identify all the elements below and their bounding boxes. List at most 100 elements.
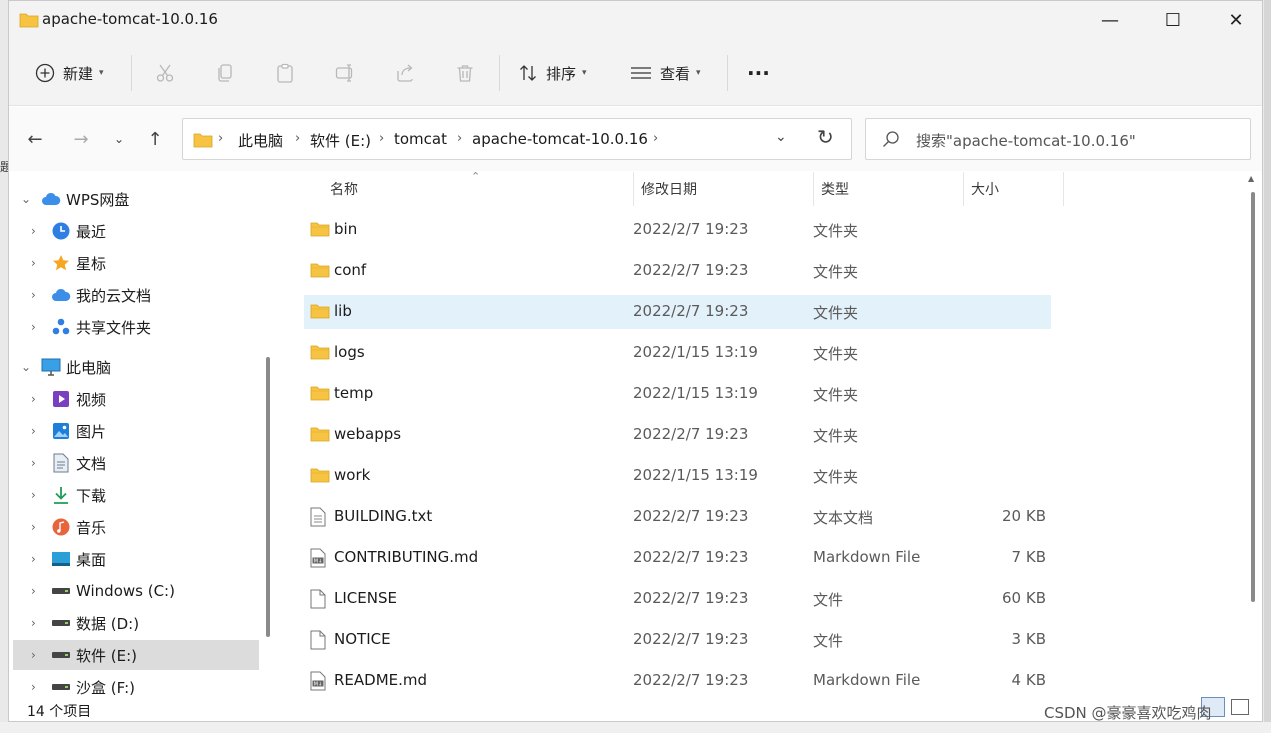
scissors-icon [156,64,174,82]
file-row[interactable]: webapps 2022/2/7 19:23 文件夹 [304,418,1051,452]
forward-button[interactable]: → [67,125,95,153]
column-divider[interactable] [813,172,814,206]
file-row[interactable]: logs 2022/1/15 13:19 文件夹 [304,336,1051,370]
sidebar-item[interactable]: › 桌面 [13,544,259,574]
column-header-name[interactable]: 名称 [330,172,358,206]
column-divider[interactable] [963,172,964,206]
close-button[interactable]: ✕ [1205,1,1262,39]
file-row[interactable]: bin 2022/2/7 19:23 文件夹 [304,213,1051,247]
minimize-button[interactable]: — [1079,1,1141,39]
sort-ascending-icon: ⌃ [471,170,481,183]
chevron-right-icon[interactable]: › [31,456,36,470]
sidebar-item[interactable]: › 图片 [13,416,259,446]
sidebar-item[interactable]: › 最近 [13,216,259,246]
vertical-scrollbar[interactable] [1251,192,1255,602]
sidebar-item[interactable]: › 共享文件夹 [13,312,259,342]
new-button[interactable]: 新建 ▾ [35,55,104,91]
share-button[interactable] [395,55,415,91]
chevron-right-icon[interactable]: › [31,424,36,438]
chevron-right-icon[interactable]: › [31,584,36,598]
file-row[interactable]: lib 2022/2/7 19:23 文件夹 [304,295,1051,329]
chevron-right-icon[interactable]: › [31,256,36,270]
sidebar-item[interactable]: › 数据 (D:) [13,608,259,638]
chevron-right-icon[interactable]: › [31,648,36,662]
file-type: 文件夹 [813,345,859,363]
chevron-right-icon[interactable]: › [31,392,36,406]
file-type: 文件夹 [813,386,859,404]
rename-button[interactable] [335,55,355,91]
sidebar-item[interactable]: › 星标 [13,248,259,278]
maximize-button[interactable]: ☐ [1142,1,1204,39]
address-bar[interactable]: › 此电脑 › 软件 (E:) › tomcat › apache-tomcat… [182,118,852,160]
file-row[interactable]: M↓ README.md 2022/2/7 19:23 Markdown File 4 … [304,664,1051,698]
chevron-right-icon[interactable]: › [31,552,36,566]
toolbar-divider [131,55,132,91]
view-button[interactable]: 查看 ▾ [630,55,701,91]
chevron-right-icon[interactable]: › [31,680,36,694]
file-date: 2022/2/7 19:23 [633,302,749,320]
more-options-button[interactable]: ··· [747,55,770,91]
breadcrumb-drive-e[interactable]: 软件 (E:) [310,130,371,151]
sidebar-item[interactable]: › Windows (C:) [13,576,259,606]
sidebar-item[interactable]: › 下载 [13,480,259,510]
file-name: LICENSE [334,589,397,607]
file-row[interactable]: NOTICE 2022/2/7 19:23 文件 3 KB [304,623,1051,657]
column-header-type[interactable]: 类型 [821,172,849,206]
column-header-size[interactable]: 大小 [971,172,999,206]
file-row[interactable]: conf 2022/2/7 19:23 文件夹 [304,254,1051,288]
sidebar-item[interactable]: ⌄ 此电脑 [13,352,259,382]
copy-button[interactable] [215,55,235,91]
chevron-right-icon[interactable]: › [31,520,36,534]
file-row[interactable]: work 2022/1/15 13:19 文件夹 [304,459,1051,493]
drive-icon [51,581,71,601]
sidebar-item[interactable]: › 软件 (E:) [13,640,259,670]
file-row[interactable]: BUILDING.txt 2022/2/7 19:23 文本文档 20 KB [304,500,1051,534]
sort-icon [520,65,536,81]
sidebar-scrollbar[interactable] [266,357,270,637]
title-bar[interactable]: apache-tomcat-10.0.16 — ☐ ✕ [9,1,1262,41]
file-row[interactable]: LICENSE 2022/2/7 19:23 文件 60 KB [304,582,1051,616]
file-type: 文件夹 [813,222,859,240]
cut-button[interactable] [155,55,175,91]
sidebar-item[interactable]: › 音乐 [13,512,259,542]
chevron-right-icon[interactable]: › [31,320,36,334]
file-row[interactable]: M↓ CONTRIBUTING.md 2022/2/7 19:23 Markdown … [304,541,1051,575]
paste-button[interactable] [275,55,295,91]
view-label: 查看 [660,64,691,83]
file-name: CONTRIBUTING.md [334,548,479,566]
delete-button[interactable] [455,55,475,91]
chevron-right-icon[interactable]: › [31,488,36,502]
column-divider[interactable] [1063,172,1064,206]
search-box[interactable]: 搜索"apache-tomcat-10.0.16" [865,118,1251,160]
chevron-down-icon[interactable]: ⌄ [21,360,31,374]
chevron-right-icon[interactable]: › [31,224,36,238]
chevron-right-icon[interactable]: › [31,288,36,302]
folder-icon [310,220,330,240]
sidebar-item[interactable]: › 我的云文档 [13,280,259,310]
back-button[interactable]: ← [21,125,49,153]
up-button[interactable]: ↑ [141,125,169,153]
breadcrumb-this-pc[interactable]: 此电脑 [238,130,283,151]
address-history-dropdown[interactable]: ⌄ [775,129,787,145]
file-name: work [334,466,371,484]
sort-button[interactable]: 排序 ▾ [518,55,587,91]
chevron-right-icon[interactable]: › [31,616,36,630]
recent-locations-button[interactable]: ⌄ [105,125,133,153]
column-divider[interactable] [633,172,634,206]
view-list-icon [631,67,651,79]
column-header-date[interactable]: 修改日期 [641,172,697,206]
tiles-view-button[interactable] [1231,699,1249,715]
sidebar-item[interactable]: ⌄ WPS网盘 [13,184,259,214]
chevron-down-icon[interactable]: ⌄ [21,192,31,206]
breadcrumb-tomcat[interactable]: tomcat [394,130,447,148]
sidebar-item[interactable]: › 文档 [13,448,259,478]
plus-circle-icon [35,63,55,83]
breadcrumb-apache-tomcat[interactable]: apache-tomcat-10.0.16 [472,130,648,148]
sidebar-item[interactable]: › 视频 [13,384,259,414]
file-row[interactable]: temp 2022/1/15 13:19 文件夹 [304,377,1051,411]
refresh-icon[interactable]: ↻ [817,125,834,149]
file-date: 2022/1/15 13:19 [633,466,758,484]
scroll-up-arrow[interactable]: ▲ [1248,174,1254,183]
folder-icon [310,261,330,281]
sidebar-item-label: WPS网盘 [66,190,130,209]
